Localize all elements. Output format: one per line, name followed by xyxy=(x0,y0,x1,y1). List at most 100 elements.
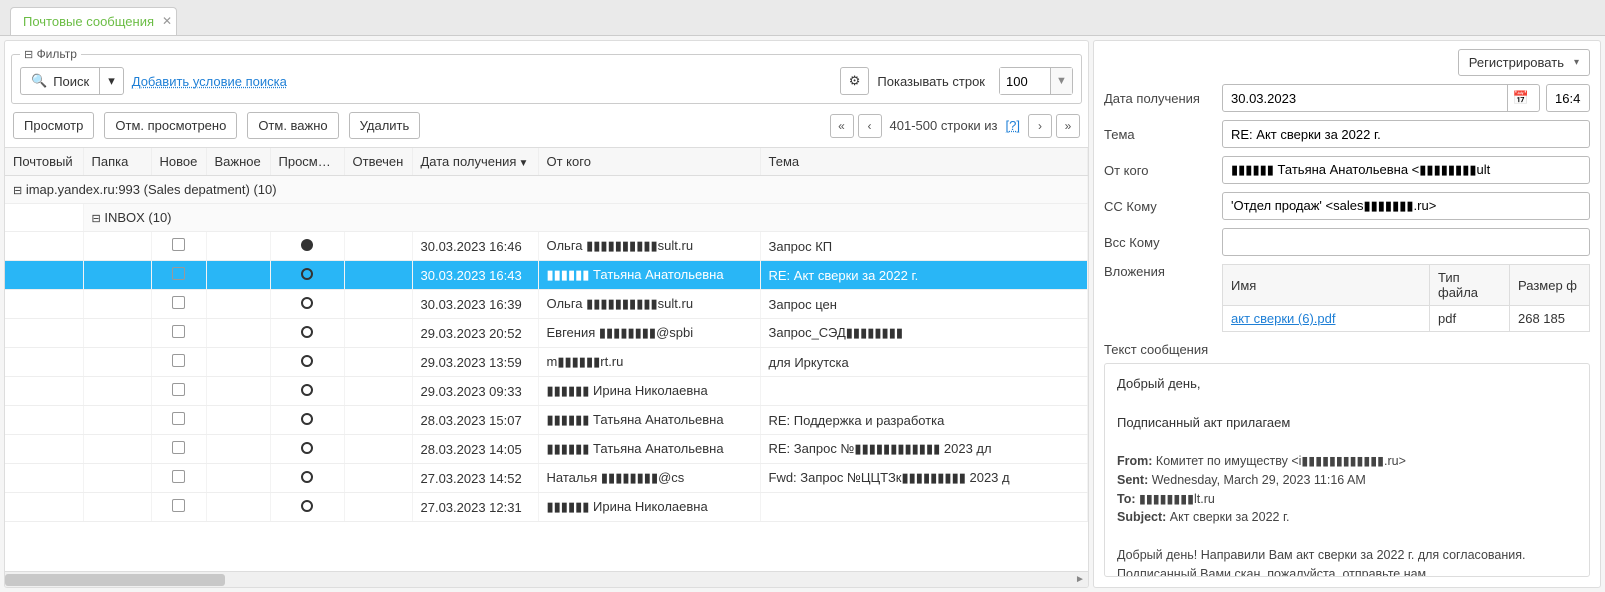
checkbox[interactable] xyxy=(172,412,185,425)
label-bcc: Bcc Кому xyxy=(1104,235,1216,250)
table-row[interactable]: 29.03.2023 13:59m▮▮▮▮▮▮rt.ruдля Иркутска xyxy=(5,348,1088,377)
checkbox[interactable] xyxy=(172,499,185,512)
settings-button[interactable]: ⚙ xyxy=(840,67,870,95)
group-folder-row[interactable]: ⊟ INBOX (10) xyxy=(5,204,1088,232)
checkbox[interactable] xyxy=(172,383,185,396)
subject-input[interactable] xyxy=(1229,121,1583,147)
page-first-button[interactable]: « xyxy=(830,114,854,138)
checkbox[interactable] xyxy=(172,325,185,338)
checkbox[interactable] xyxy=(172,296,185,309)
tab-bar: Почтовые сообщения ✕ xyxy=(0,0,1605,36)
att-col-size[interactable]: Размер ф xyxy=(1510,265,1590,306)
scrollbar-thumb[interactable] xyxy=(5,574,225,586)
col-folder[interactable]: Папка xyxy=(83,148,151,176)
table-row[interactable]: 30.03.2023 16:39Ольга ▮▮▮▮▮▮▮▮▮▮sult.ruЗ… xyxy=(5,290,1088,319)
table-row[interactable]: 29.03.2023 09:33▮▮▮▮▮▮ Ирина Николаевна xyxy=(5,377,1088,406)
attachment-size: 268 185 xyxy=(1510,306,1590,332)
rows-select[interactable]: ▼ xyxy=(999,67,1073,95)
delete-button[interactable]: Удалить xyxy=(349,112,421,139)
cell-subject xyxy=(760,377,1088,406)
group-account-row[interactable]: ⊟ imap.yandex.ru:993 (Sales depatment) (… xyxy=(5,176,1088,204)
cell-date: 29.03.2023 13:59 xyxy=(412,348,538,377)
cell-from: ▮▮▮▮▮▮ Ирина Николаевна xyxy=(538,377,760,406)
view-button[interactable]: Просмотр xyxy=(13,112,94,139)
checkbox[interactable] xyxy=(172,267,185,280)
checkbox[interactable] xyxy=(172,470,185,483)
table-row[interactable]: 30.03.2023 16:46Ольга ▮▮▮▮▮▮▮▮▮▮sult.ruЗ… xyxy=(5,232,1088,261)
cell-date: 27.03.2023 14:52 xyxy=(412,464,538,493)
table-row[interactable]: 29.03.2023 20:52Евгения ▮▮▮▮▮▮▮▮@spbiЗап… xyxy=(5,319,1088,348)
search-dropdown[interactable]: ▾ xyxy=(99,67,124,95)
table-row[interactable]: 30.03.2023 16:43▮▮▮▮▮▮ Татьяна Анатольев… xyxy=(5,261,1088,290)
add-condition-link[interactable]: Добавить условие поиска xyxy=(132,74,287,89)
col-important[interactable]: Важное xyxy=(206,148,270,176)
cell-subject: RE: Запрос №▮▮▮▮▮▮▮▮▮▮▮▮ 2023 дл xyxy=(760,435,1088,464)
mark-read-button[interactable]: Отм. просмотрено xyxy=(104,112,237,139)
calendar-icon[interactable]: 📅 xyxy=(1507,85,1533,111)
register-button[interactable]: Регистрировать ▾ xyxy=(1458,49,1590,76)
cell-subject: RE: Поддержка и разработка xyxy=(760,406,1088,435)
attachment-type: pdf xyxy=(1430,306,1510,332)
pager-total[interactable]: [?] xyxy=(1006,118,1020,133)
body-greeting: Добрый день, xyxy=(1117,374,1577,394)
cell-date: 28.03.2023 15:07 xyxy=(412,406,538,435)
table-row[interactable]: 27.03.2023 12:31▮▮▮▮▮▮ Ирина Николаевна xyxy=(5,493,1088,522)
unviewed-icon xyxy=(301,500,313,512)
list-toolbar: Просмотр Отм. просмотрено Отм. важно Уда… xyxy=(5,104,1088,147)
checkbox[interactable] xyxy=(172,354,185,367)
cell-subject: Запрос КП xyxy=(760,232,1088,261)
col-viewed[interactable]: Просмотр xyxy=(270,148,344,176)
chevron-down-icon[interactable]: ▼ xyxy=(1050,68,1072,94)
search-icon: 🔍 xyxy=(31,73,47,89)
att-col-type[interactable]: Тип файла xyxy=(1430,265,1510,306)
table-header-row: Почтовый Папка Новое Важное Просмотр Отв… xyxy=(5,148,1088,176)
page-next-button[interactable]: › xyxy=(1028,114,1052,138)
attachment-row[interactable]: акт сверки (6).pdf pdf 268 185 xyxy=(1223,306,1590,332)
col-new[interactable]: Новое xyxy=(151,148,206,176)
col-answered[interactable]: Отвечен xyxy=(344,148,412,176)
collapse-icon[interactable]: ⊟ xyxy=(92,213,101,225)
received-date-input[interactable] xyxy=(1229,85,1507,111)
checkbox[interactable] xyxy=(172,238,185,251)
sort-desc-icon: ▼ xyxy=(518,158,528,169)
label-received: Дата получения xyxy=(1104,91,1216,106)
table-row[interactable]: 28.03.2023 14:05▮▮▮▮▮▮ Татьяна Анатольев… xyxy=(5,435,1088,464)
body-line: Подписанный акт прилагаем xyxy=(1117,413,1577,433)
table-row[interactable]: 28.03.2023 15:07▮▮▮▮▮▮ Татьяна Анатольев… xyxy=(5,406,1088,435)
chevron-down-icon: ▾ xyxy=(108,73,115,89)
col-date[interactable]: Дата получения▼ xyxy=(412,148,538,176)
mark-important-button[interactable]: Отм. важно xyxy=(247,112,338,139)
collapse-icon[interactable]: ⊟ xyxy=(13,185,22,197)
mail-table: Почтовый Папка Новое Важное Просмотр Отв… xyxy=(5,148,1088,522)
col-post[interactable]: Почтовый xyxy=(5,148,83,176)
cc-input[interactable] xyxy=(1229,193,1583,219)
unviewed-icon xyxy=(301,384,313,396)
cell-subject: для Иркутска xyxy=(760,348,1088,377)
col-from[interactable]: От кого xyxy=(538,148,760,176)
label-from: От кого xyxy=(1104,163,1216,178)
close-icon[interactable]: ✕ xyxy=(162,14,172,28)
received-time-input[interactable] xyxy=(1553,85,1583,111)
gear-icon: ⚙ xyxy=(849,73,861,89)
page-last-button[interactable]: » xyxy=(1056,114,1080,138)
tab-mail[interactable]: Почтовые сообщения ✕ xyxy=(10,7,177,35)
rows-input[interactable] xyxy=(1000,68,1050,94)
checkbox[interactable] xyxy=(172,441,185,454)
cell-from: ▮▮▮▮▮▮ Татьяна Анатольевна xyxy=(538,435,760,464)
search-button[interactable]: 🔍 Поиск xyxy=(20,67,99,95)
message-body[interactable]: Добрый день, Подписанный акт прилагаем F… xyxy=(1104,363,1590,577)
cell-from: m▮▮▮▮▮▮rt.ru xyxy=(538,348,760,377)
from-input[interactable] xyxy=(1229,157,1583,183)
cell-date: 29.03.2023 09:33 xyxy=(412,377,538,406)
page-prev-button[interactable]: ‹ xyxy=(858,114,882,138)
label-subject: Тема xyxy=(1104,127,1216,142)
collapse-icon[interactable]: ⊟ xyxy=(24,49,33,61)
horizontal-scrollbar[interactable]: ◄ ► xyxy=(5,571,1088,587)
col-subject[interactable]: Тема xyxy=(760,148,1088,176)
scroll-right-icon[interactable]: ► xyxy=(1072,572,1088,588)
table-row[interactable]: 27.03.2023 14:52Наталья ▮▮▮▮▮▮▮▮@csFwd: … xyxy=(5,464,1088,493)
attachment-link[interactable]: акт сверки (6).pdf xyxy=(1231,311,1335,326)
att-col-name[interactable]: Имя xyxy=(1223,265,1430,306)
bcc-input[interactable] xyxy=(1229,229,1583,255)
mail-table-wrap: Почтовый Папка Новое Важное Просмотр Отв… xyxy=(5,147,1088,571)
